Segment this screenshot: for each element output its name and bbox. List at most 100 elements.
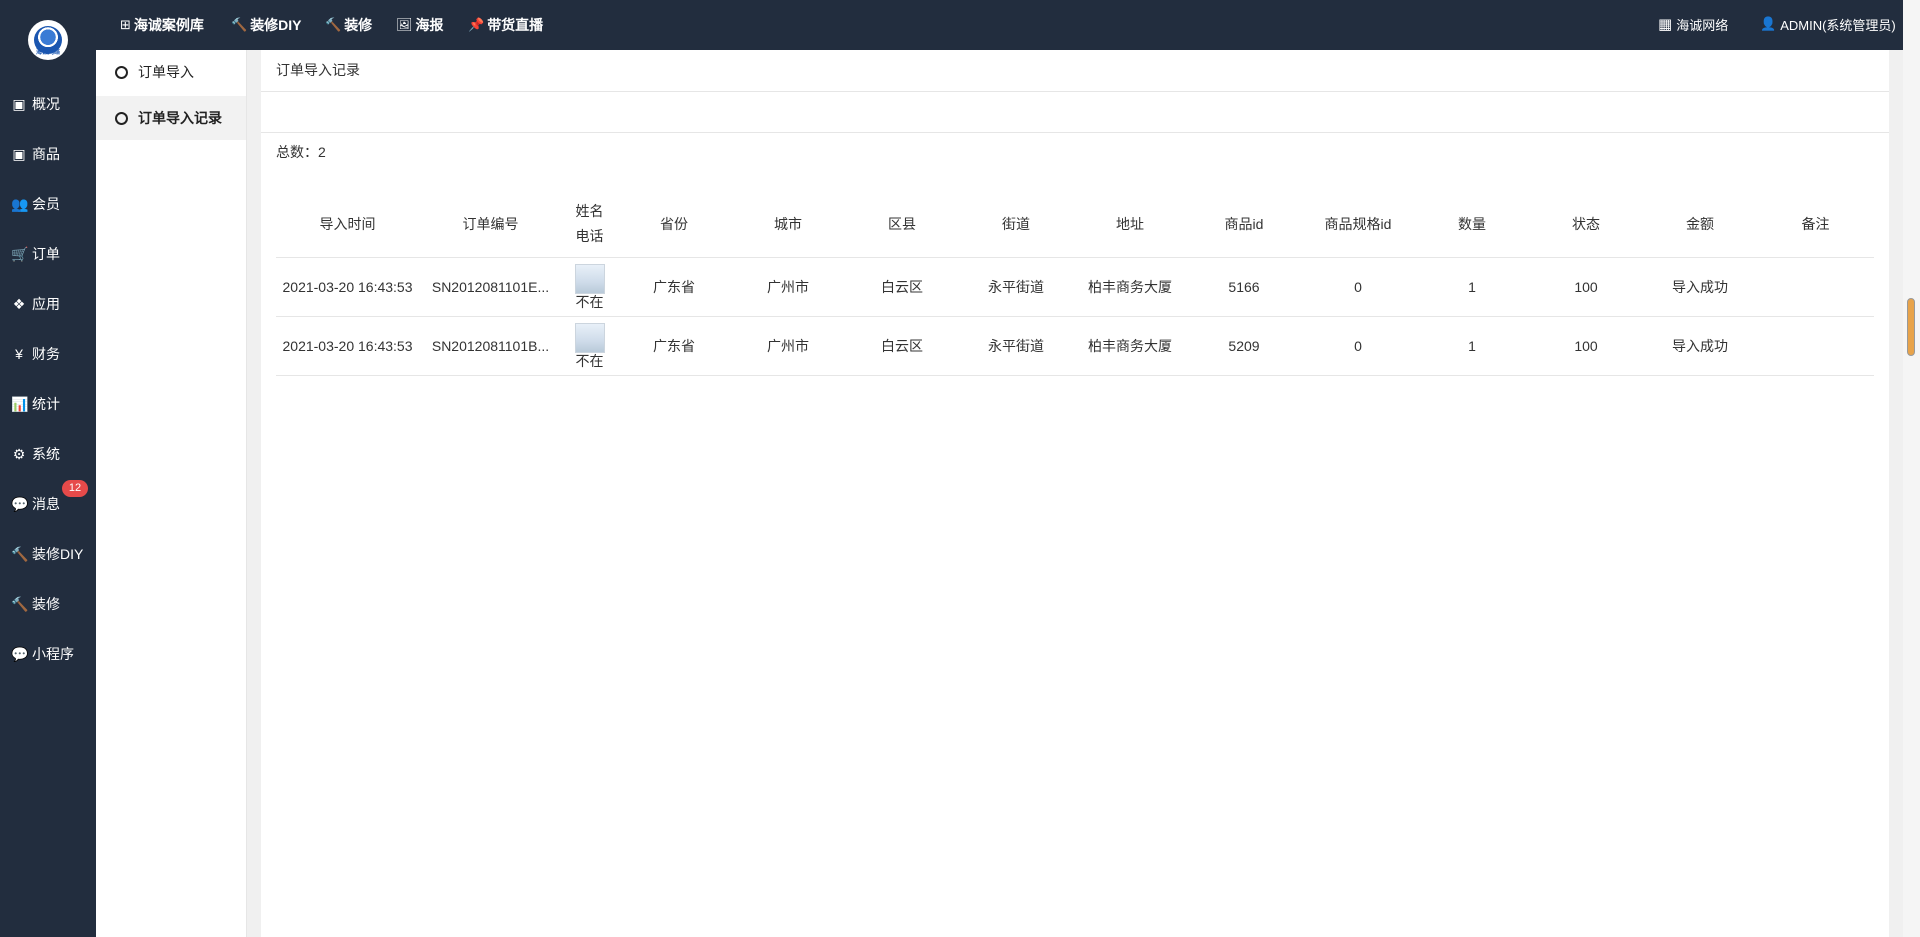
sidebar-item-overview[interactable]: ▣ 概况 (0, 89, 96, 119)
sidebar-item-label: 财务 (32, 346, 60, 362)
gavel-icon: 🔨 (325, 17, 342, 32)
logo-text: 海诚网络 (35, 50, 60, 56)
image-alt-text: 不在 (575, 353, 604, 369)
brand-link[interactable]: ▦ 海诚网络 (1658, 0, 1728, 48)
sidebar-item-label: 装修DIY (32, 546, 84, 562)
col-remark: 备注 (1757, 190, 1874, 258)
cell-district: 白云区 (845, 316, 959, 376)
chat-icon: 💬 (11, 495, 29, 512)
col-name: 姓名 (575, 202, 604, 219)
top-link-poster[interactable]: 🖼 海报 (396, 0, 444, 50)
col-amount: 金额 (1643, 190, 1757, 258)
image-icon: 🖼 (396, 17, 413, 32)
cell-qty: 1 (1415, 316, 1529, 376)
cell-goods-id: 5166 (1187, 257, 1301, 317)
sidebar-item-label: 统计 (32, 396, 60, 412)
cell-import-time: 2021-03-20 16:43:53 (276, 316, 419, 376)
main-content: 订单导入记录 总数：2 导入时间 订单编号 姓名 电话 省份 城市 区县 街道 (261, 50, 1889, 937)
top-link-decoration[interactable]: 🔨 装修 (325, 0, 372, 50)
col-goods-id: 商品id (1187, 190, 1301, 258)
col-order-no: 订单编号 (419, 190, 562, 258)
col-province: 省份 (617, 190, 731, 258)
user-menu[interactable]: 👤 ADMIN(系统管理员) (1760, 0, 1896, 48)
sidebar-item-apps[interactable]: ❖ 应用 (0, 289, 96, 319)
yen-icon: ¥ (15, 346, 23, 362)
gavel-icon: 🔨 (11, 545, 29, 562)
top-link-case-library[interactable]: ⊞ 海诚案例库 (120, 0, 204, 50)
subnav-order-import-records[interactable]: 订单导入记录 (96, 96, 246, 140)
plus-square-icon: ⊞ (120, 17, 131, 32)
col-import-time: 导入时间 (276, 190, 419, 258)
cell-import-time: 2021-03-20 16:43:53 (276, 257, 419, 317)
top-link-label: 装修 (344, 17, 373, 33)
cell-district: 白云区 (845, 257, 959, 317)
cell-address: 柏丰商务大厦 (1073, 257, 1187, 317)
message-count-badge: 12 (62, 480, 88, 497)
sub-sidebar: 订单导入 订单导入记录 (96, 50, 247, 937)
sidebar-item-label: 装修 (32, 596, 60, 612)
sidebar-item-label: 系统 (32, 446, 60, 462)
box-icon: ▣ (12, 145, 26, 162)
image-alt-text: 不在 (575, 294, 604, 310)
top-bar: ⊞ 海诚案例库 🔨 装修DIY 🔨 装修 🖼 海报 📌 带货直播 ▦ 海诚网络 … (96, 0, 1920, 50)
user-icon: 👤 (1760, 16, 1777, 31)
cell-city: 广州市 (731, 316, 845, 376)
gavel-icon: 🔨 (231, 17, 248, 32)
sidebar-item-decoration[interactable]: 🔨 装修 (0, 589, 96, 619)
subnav-label: 订单导入记录 (138, 110, 222, 126)
cell-goods-id: 5209 (1187, 316, 1301, 376)
sidebar-item-decoration-diy[interactable]: 🔨 装修DIY (0, 539, 96, 569)
col-address: 地址 (1073, 190, 1187, 258)
top-link-label: 海报 (415, 17, 444, 33)
cell-city: 广州市 (731, 257, 845, 317)
bar-chart-icon: 📊 (11, 395, 29, 412)
top-link-label: 海诚案例库 (133, 17, 204, 33)
cell-order-no: SN2012081101E... (419, 257, 562, 317)
gavel-icon: 🔨 (11, 595, 29, 612)
circle-icon (115, 65, 128, 79)
broken-image-icon (574, 323, 605, 353)
cell-remark (1757, 316, 1874, 376)
sidebar-item-mini-program[interactable]: 💬 小程序 (0, 639, 96, 669)
top-link-label: 装修DIY (250, 17, 302, 33)
table-row: 2021-03-20 16:43:53 SN2012081101E... 不在 … (276, 257, 1874, 317)
sidebar-item-finance[interactable]: ¥ 财务 (0, 339, 96, 369)
sidebar-item-statistics[interactable]: 📊 统计 (0, 389, 96, 419)
subnav-label: 订单导入 (138, 64, 194, 80)
divider (261, 91, 1889, 92)
cell-amount: 导入成功 (1643, 316, 1757, 376)
sidebar-item-label: 商品 (32, 146, 60, 162)
subnav-order-import[interactable]: 订单导入 (96, 50, 246, 94)
logo[interactable]: 海诚网络 (28, 20, 68, 60)
cell-name-phone: 不在 (562, 257, 617, 317)
import-records-table: 导入时间 订单编号 姓名 电话 省份 城市 区县 街道 地址 商品id 商品规格… (276, 190, 1874, 376)
vertical-scrollbar[interactable] (1903, 0, 1920, 937)
cart-icon: 🛒 (11, 245, 29, 262)
wechat-icon: 💬 (11, 645, 29, 662)
broken-image-icon (574, 264, 605, 294)
sidebar-item-system[interactable]: ⚙ 系统 (0, 439, 96, 469)
top-link-live-selling[interactable]: 📌 带货直播 (468, 0, 543, 50)
top-link-label: 带货直播 (487, 17, 544, 33)
circle-icon (115, 111, 128, 125)
sidebar-item-label: 会员 (32, 196, 60, 212)
sidebar-item-goods[interactable]: ▣ 商品 (0, 139, 96, 169)
sidebar-item-label: 消息 (32, 496, 60, 512)
sidebar-item-members[interactable]: 👥 会员 (0, 189, 96, 219)
scrollbar-thumb[interactable] (1907, 298, 1915, 356)
col-qty: 数量 (1415, 190, 1529, 258)
cell-name-phone: 不在 (562, 316, 617, 376)
col-name-phone: 姓名 电话 (562, 190, 617, 258)
sidebar-item-orders[interactable]: 🛒 订单 (0, 239, 96, 269)
cell-province: 广东省 (617, 257, 731, 317)
sidebar-item-label: 小程序 (32, 646, 74, 662)
archive-icon: ▣ (12, 95, 26, 112)
top-link-decoration-diy[interactable]: 🔨 装修DIY (231, 0, 302, 50)
sidebar-item-label: 概况 (32, 96, 60, 112)
cell-street: 永平街道 (959, 257, 1073, 317)
col-city: 城市 (731, 190, 845, 258)
users-icon: 👥 (11, 195, 29, 212)
cell-spec-id: 0 (1301, 316, 1415, 376)
cell-address: 柏丰商务大厦 (1073, 316, 1187, 376)
gears-icon: ⚙ (12, 445, 26, 462)
